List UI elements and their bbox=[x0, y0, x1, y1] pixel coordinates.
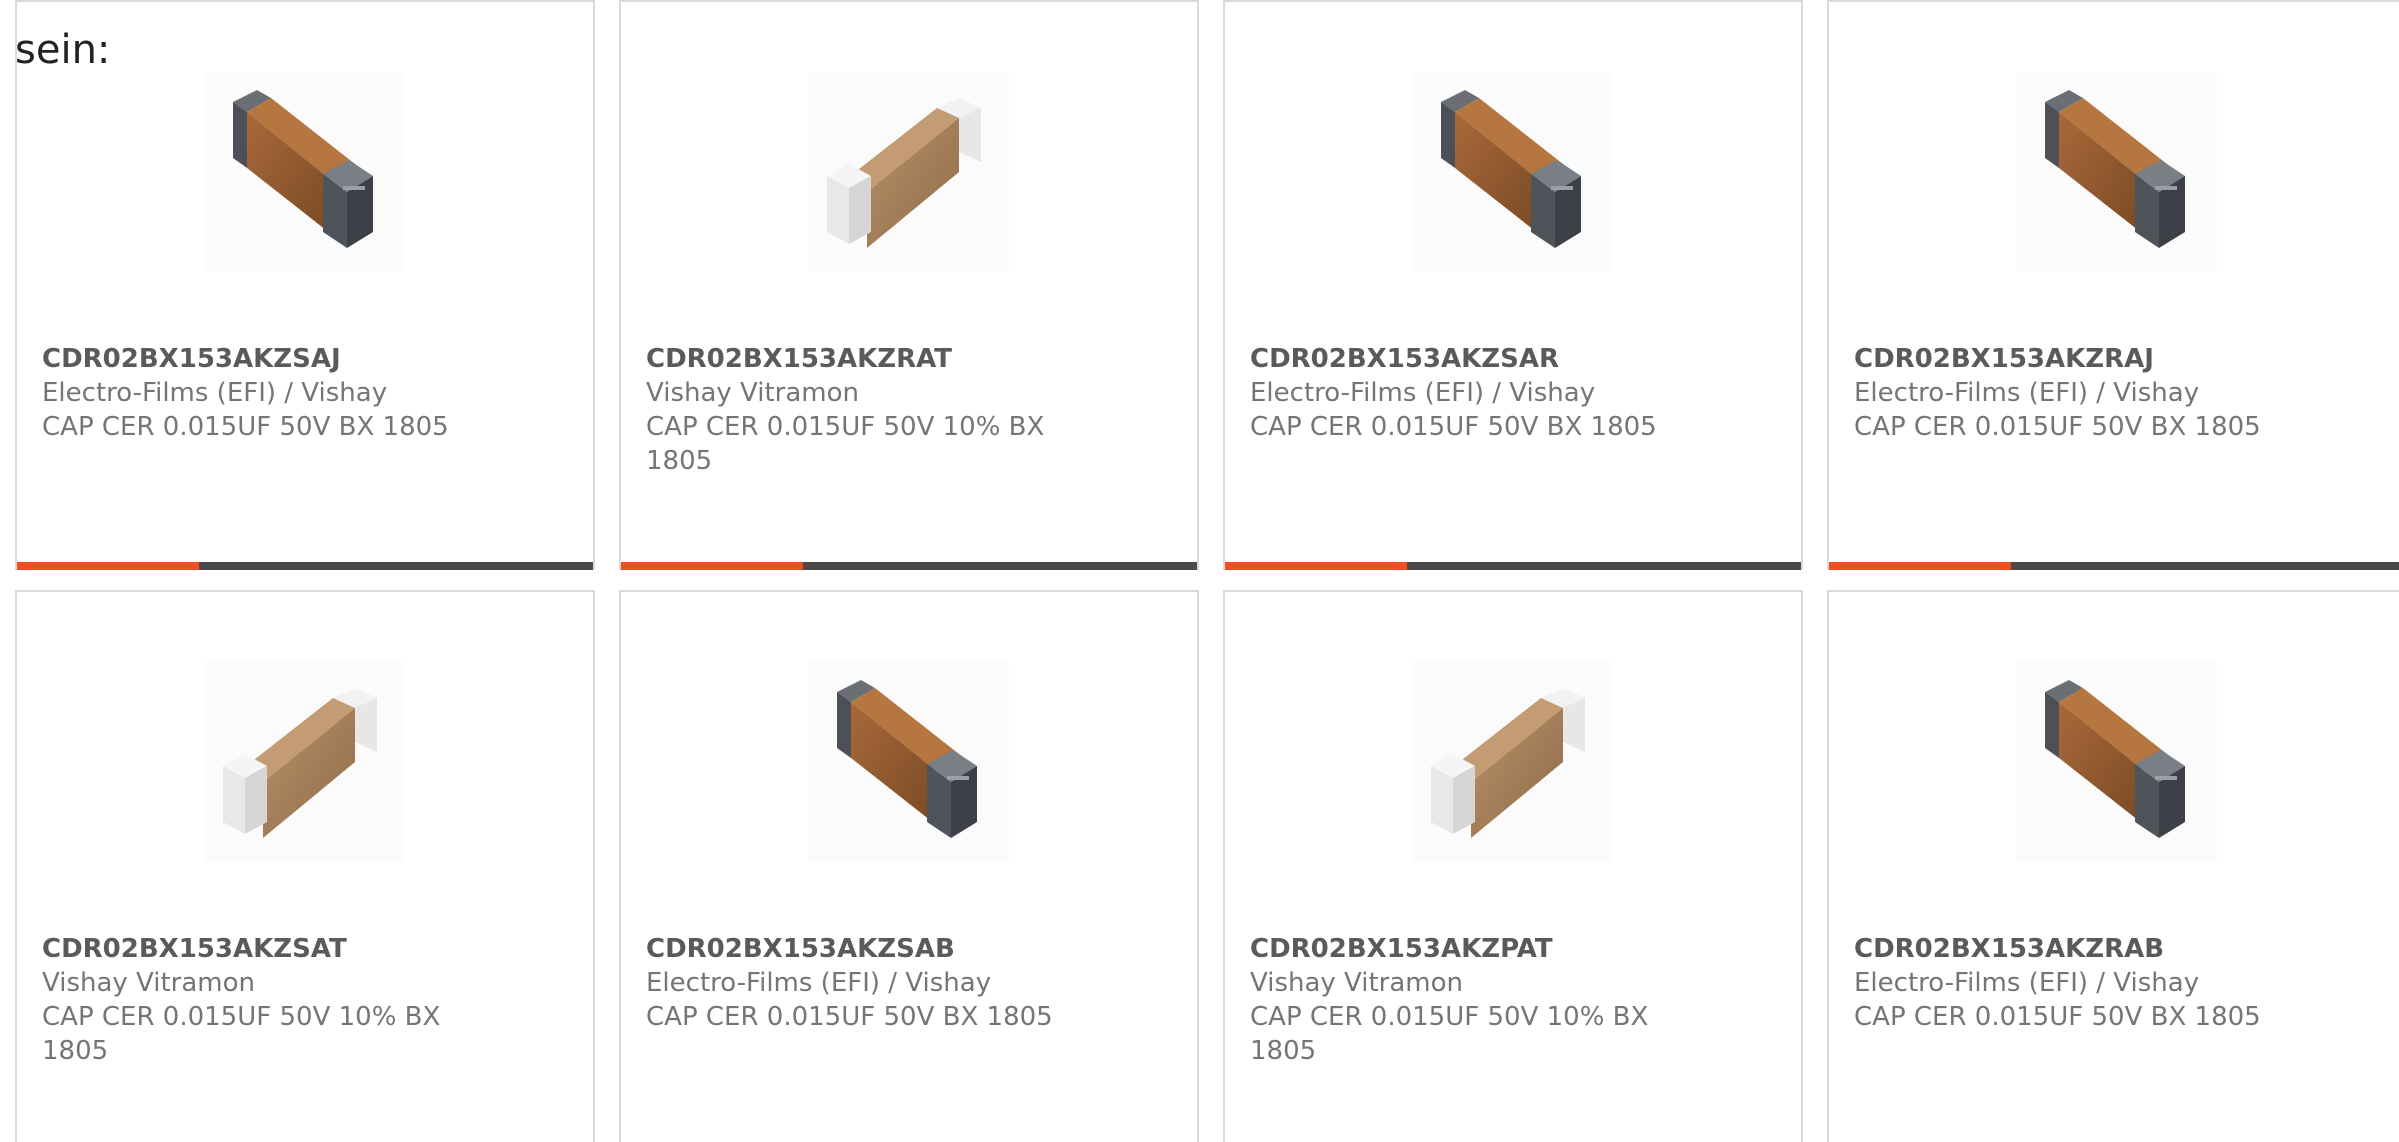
card-accent-fill bbox=[17, 562, 199, 570]
card-accent-fill bbox=[1829, 562, 2011, 570]
card-accent-bar bbox=[1829, 562, 2399, 570]
product-info: CDR02BX153AKZSAJ Electro-Films (EFI) / V… bbox=[42, 342, 482, 444]
description: CAP CER 0.015UF 50V 10% BX 1805 bbox=[646, 412, 1045, 476]
card-accent-bar bbox=[1225, 562, 1801, 570]
description: CAP CER 0.015UF 50V BX 1805 bbox=[42, 412, 449, 442]
product-info: CDR02BX153AKZPAT Vishay Vitramon CAP CER… bbox=[1250, 932, 1690, 1068]
product-image bbox=[1413, 662, 1613, 862]
part-number-link[interactable]: CDR02BX153AKZSAR bbox=[1250, 342, 1690, 376]
product-image bbox=[809, 662, 1009, 862]
product-card[interactable]: CDR02BX153AKZPAT Vishay Vitramon CAP CER… bbox=[1223, 590, 1803, 1142]
product-info: CDR02BX153AKZSAB Electro-Films (EFI) / V… bbox=[646, 932, 1086, 1034]
mlcc-capacitor-light-terminal-icon bbox=[205, 662, 405, 862]
mlcc-capacitor-light-terminal-icon bbox=[1413, 662, 1613, 862]
part-number-link[interactable]: CDR02BX153AKZSAB bbox=[646, 932, 1086, 966]
product-image bbox=[809, 72, 1009, 272]
description: CAP CER 0.015UF 50V BX 1805 bbox=[1854, 1002, 2261, 1032]
product-card[interactable]: CDR02BX153AKZSAR Electro-Films (EFI) / V… bbox=[1223, 0, 1803, 570]
part-number-link[interactable]: CDR02BX153AKZRAT bbox=[646, 342, 1086, 376]
part-number-link[interactable]: CDR02BX153AKZRAB bbox=[1854, 932, 2294, 966]
manufacturer: Electro-Films (EFI) / Vishay bbox=[1854, 968, 2200, 998]
product-card[interactable]: CDR02BX153AKZRAJ Electro-Films (EFI) / V… bbox=[1827, 0, 2399, 570]
manufacturer: Vishay Vitramon bbox=[646, 378, 860, 408]
mlcc-capacitor-dark-terminal-icon bbox=[205, 72, 405, 272]
intro-text: sein: bbox=[15, 27, 111, 73]
mlcc-capacitor-dark-terminal-icon bbox=[809, 662, 1009, 862]
manufacturer: Vishay Vitramon bbox=[42, 968, 256, 998]
product-info: CDR02BX153AKZSAT Vishay Vitramon CAP CER… bbox=[42, 932, 482, 1068]
manufacturer: Electro-Films (EFI) / Vishay bbox=[42, 378, 388, 408]
description: CAP CER 0.015UF 50V 10% BX 1805 bbox=[1250, 1002, 1649, 1066]
mlcc-capacitor-dark-terminal-icon bbox=[2017, 662, 2217, 862]
manufacturer: Electro-Films (EFI) / Vishay bbox=[1854, 378, 2200, 408]
product-image bbox=[205, 662, 405, 862]
product-card[interactable]: CDR02BX153AKZRAB Electro-Films (EFI) / V… bbox=[1827, 590, 2399, 1142]
part-number-link[interactable]: CDR02BX153AKZRAJ bbox=[1854, 342, 2294, 376]
manufacturer: Electro-Films (EFI) / Vishay bbox=[1250, 378, 1596, 408]
part-number-link[interactable]: CDR02BX153AKZSAT bbox=[42, 932, 482, 966]
card-accent-bar bbox=[621, 562, 1197, 570]
product-image bbox=[2017, 72, 2217, 272]
product-info: CDR02BX153AKZSAR Electro-Films (EFI) / V… bbox=[1250, 342, 1690, 444]
product-card[interactable]: CDR02BX153AKZRAT Vishay Vitramon CAP CER… bbox=[619, 0, 1199, 570]
description: CAP CER 0.015UF 50V BX 1805 bbox=[1854, 412, 2261, 442]
product-card[interactable]: CDR02BX153AKZSAJ Electro-Films (EFI) / V… bbox=[15, 0, 595, 570]
mlcc-capacitor-light-terminal-icon bbox=[809, 72, 1009, 272]
product-card[interactable]: CDR02BX153AKZSAB Electro-Films (EFI) / V… bbox=[619, 590, 1199, 1142]
mlcc-capacitor-dark-terminal-icon bbox=[1413, 72, 1613, 272]
product-card[interactable]: CDR02BX153AKZSAT Vishay Vitramon CAP CER… bbox=[15, 590, 595, 1142]
product-info: CDR02BX153AKZRAT Vishay Vitramon CAP CER… bbox=[646, 342, 1086, 478]
product-info: CDR02BX153AKZRAB Electro-Films (EFI) / V… bbox=[1854, 932, 2294, 1034]
card-accent-fill bbox=[621, 562, 803, 570]
description: CAP CER 0.015UF 50V BX 1805 bbox=[1250, 412, 1657, 442]
manufacturer: Electro-Films (EFI) / Vishay bbox=[646, 968, 992, 998]
description: CAP CER 0.015UF 50V BX 1805 bbox=[646, 1002, 1053, 1032]
part-number-link[interactable]: CDR02BX153AKZPAT bbox=[1250, 932, 1690, 966]
card-accent-fill bbox=[1225, 562, 1407, 570]
manufacturer: Vishay Vitramon bbox=[1250, 968, 1464, 998]
product-image bbox=[205, 72, 405, 272]
product-image bbox=[2017, 662, 2217, 862]
description: CAP CER 0.015UF 50V 10% BX 1805 bbox=[42, 1002, 441, 1066]
part-number-link[interactable]: CDR02BX153AKZSAJ bbox=[42, 342, 482, 376]
product-info: CDR02BX153AKZRAJ Electro-Films (EFI) / V… bbox=[1854, 342, 2294, 444]
product-grid-page: sein: CDR02BX153AKZSAJ Electro-Films (EF… bbox=[0, 0, 2399, 1142]
card-accent-bar bbox=[17, 562, 593, 570]
mlcc-capacitor-dark-terminal-icon bbox=[2017, 72, 2217, 272]
product-image bbox=[1413, 72, 1613, 272]
